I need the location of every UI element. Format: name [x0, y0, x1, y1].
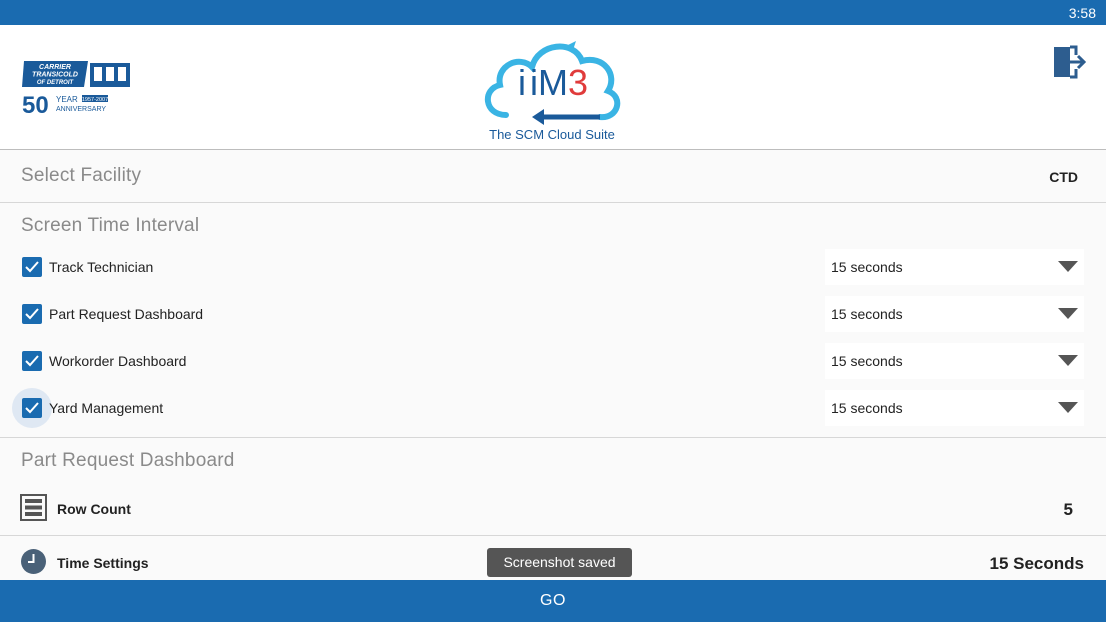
- interval-row-track-technician: Track Technician 15 seconds: [0, 247, 1106, 287]
- svg-text:CARRIER: CARRIER: [39, 64, 71, 71]
- caret-down-icon: [1058, 261, 1078, 272]
- clock-icon: [21, 549, 46, 574]
- row-count-label: Row Count: [57, 501, 131, 517]
- app-header: CARRIER TRANSICOLD OF DETROIT 50 YEAR 19…: [0, 25, 1106, 150]
- check-icon: [25, 355, 39, 367]
- interval-row-yard-management: Yard Management 15 seconds: [0, 388, 1106, 428]
- interval-row-part-request: Part Request Dashboard 15 seconds: [0, 294, 1106, 334]
- svg-text:ANNIVERSARY: ANNIVERSARY: [56, 106, 106, 113]
- checkbox-workorder-dashboard[interactable]: [22, 351, 42, 371]
- status-time: 3:58: [1068, 5, 1096, 21]
- row-count-row[interactable]: Row Count 5: [0, 491, 1106, 527]
- interval-select-part-request-dashboard[interactable]: 15 seconds: [825, 296, 1084, 332]
- facility-label: Select Facility: [21, 165, 142, 186]
- interval-row-workorder: Workorder Dashboard 15 seconds: [0, 341, 1106, 381]
- check-icon: [25, 308, 39, 320]
- check-icon: [25, 402, 39, 414]
- facility-row[interactable]: Select Facility CTD: [0, 165, 1106, 195]
- facility-value[interactable]: CTD: [1049, 169, 1078, 185]
- svg-text:TRANSICOLD: TRANSICOLD: [32, 72, 78, 79]
- part-request-title: Part Request Dashboard: [21, 450, 235, 471]
- go-button[interactable]: GO: [0, 580, 1106, 622]
- settings-content: Select Facility CTD Screen Time Interval…: [0, 151, 1106, 580]
- screenshot-toast: Screenshot saved: [487, 548, 632, 577]
- time-settings-label: Time Settings: [57, 555, 149, 571]
- svg-text:YEAR: YEAR: [56, 95, 78, 104]
- checkbox-label: Part Request Dashboard: [49, 306, 204, 322]
- select-value: 15 seconds: [831, 353, 903, 369]
- logout-icon[interactable]: [1052, 45, 1086, 79]
- divider: [0, 202, 1106, 203]
- svg-text:The SCM Cloud Suite: The SCM Cloud Suite: [489, 127, 615, 142]
- svg-text:3: 3: [568, 62, 588, 103]
- caret-down-icon: [1058, 308, 1078, 319]
- divider: [0, 437, 1106, 438]
- checkbox-track-technician[interactable]: [22, 257, 42, 277]
- select-value: 15 seconds: [831, 259, 903, 275]
- caret-down-icon: [1058, 402, 1078, 413]
- checkbox-label: Yard Management: [49, 400, 164, 416]
- divider: [0, 535, 1106, 536]
- svg-text:50: 50: [22, 92, 49, 115]
- carrier-transicold-logo: CARRIER TRANSICOLD OF DETROIT 50 YEAR 19…: [22, 61, 130, 115]
- checkbox-yard-management[interactable]: [22, 398, 42, 418]
- svg-text:1957-2007: 1957-2007: [82, 97, 108, 103]
- im3-logo: i iM 3 The SCM Cloud Suite: [484, 41, 621, 142]
- footer-bar: GO: [0, 580, 1106, 622]
- row-count-value[interactable]: 5: [1064, 500, 1073, 520]
- caret-down-icon: [1058, 355, 1078, 366]
- interval-select-track-technician[interactable]: 15 seconds: [825, 249, 1084, 285]
- checkbox-label: Track Technician: [49, 259, 154, 275]
- checkbox-label: Workorder Dashboard: [49, 353, 187, 369]
- select-value: 15 seconds: [831, 306, 903, 322]
- time-settings-value[interactable]: 15 Seconds: [990, 554, 1085, 574]
- select-value: 15 seconds: [831, 400, 903, 416]
- svg-text:i: i: [518, 62, 526, 103]
- svg-text:iM: iM: [530, 62, 568, 103]
- check-icon: [25, 261, 39, 273]
- interval-select-yard-management[interactable]: 15 seconds: [825, 390, 1084, 426]
- interval-select-workorder-dashboard[interactable]: 15 seconds: [825, 343, 1084, 379]
- status-bar: 3:58: [0, 0, 1106, 25]
- screen-time-title: Screen Time Interval: [21, 215, 200, 236]
- svg-text:OF DETROIT: OF DETROIT: [37, 80, 75, 86]
- checkbox-part-request-dashboard[interactable]: [22, 304, 42, 324]
- list-icon: [20, 494, 47, 521]
